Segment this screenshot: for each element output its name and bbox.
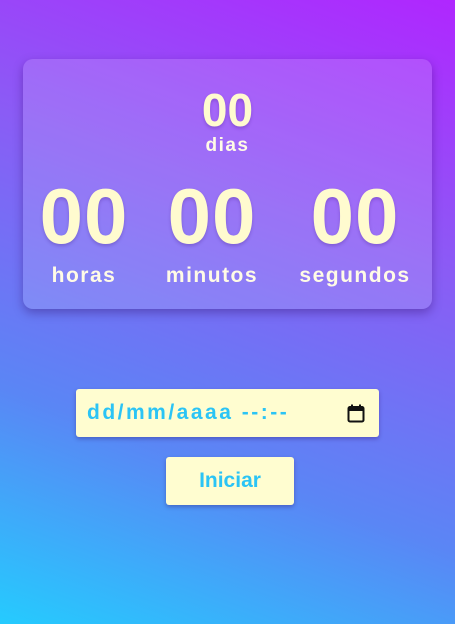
- days-unit: 00 dias: [23, 87, 432, 155]
- hours-unit: 00 horas: [35, 177, 133, 286]
- countdown-card: 00 dias 00 horas 00 minutos 00 segundos: [23, 59, 432, 309]
- seconds-value: 00: [310, 172, 400, 260]
- hours-value: 00: [39, 172, 129, 260]
- datetime-input[interactable]: dd/mm/aaaa --:--: [76, 389, 379, 437]
- minutes-unit: 00 minutos: [157, 177, 267, 286]
- start-button[interactable]: Iniciar: [166, 457, 294, 505]
- days-label: dias: [205, 135, 250, 156]
- datetime-placeholder: dd/mm/aaaa --:--: [87, 401, 290, 424]
- calendar-icon[interactable]: [346, 403, 366, 423]
- seconds-label: segundos: [299, 264, 411, 287]
- seconds-unit: 00 segundos: [293, 177, 417, 286]
- minutes-label: minutos: [165, 264, 259, 287]
- minutes-value: 00: [167, 172, 257, 260]
- days-value: 00: [201, 84, 254, 136]
- hours-label: horas: [51, 264, 117, 287]
